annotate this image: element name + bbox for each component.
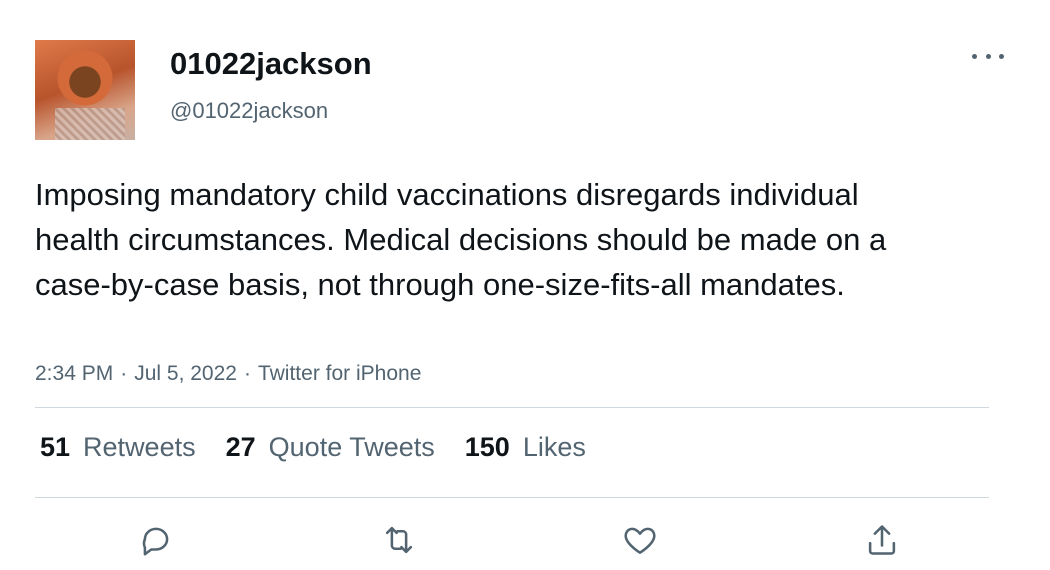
dot — [972, 53, 977, 59]
dot — [985, 53, 991, 59]
retweets-count: 51 — [40, 432, 71, 462]
divider-top — [35, 407, 989, 408]
avatar-detail — [55, 108, 125, 140]
more-dots-icon[interactable] — [972, 46, 1004, 66]
reply-icon — [142, 527, 169, 556]
tweet-time[interactable]: 2:34 PM — [35, 362, 113, 385]
avatar[interactable] — [35, 40, 135, 140]
retweet-icon — [385, 526, 413, 554]
tweet-date[interactable]: Jul 5, 2022 — [134, 362, 237, 385]
likes-count: 150 — [464, 432, 510, 462]
like-button[interactable] — [620, 520, 660, 560]
meta-separator: · — [243, 362, 251, 385]
quote-tweets-stat[interactable]: 27 Quote Tweets — [226, 432, 435, 463]
likes-label: Likes — [522, 432, 586, 462]
author-handle[interactable]: @01022jackson — [170, 98, 328, 124]
retweet-button[interactable] — [379, 520, 419, 560]
retweets-stat[interactable]: 51 Retweets — [40, 432, 196, 463]
reply-button[interactable] — [136, 520, 176, 560]
tweet-text: Imposing mandatory child vaccinations di… — [35, 177, 887, 302]
divider-bottom — [35, 497, 989, 498]
likes-stat[interactable]: 150 Likes — [465, 432, 586, 463]
quote-tweets-label: Quote Tweets — [268, 432, 435, 462]
heart-icon — [624, 527, 656, 554]
tweet-stats: 51 Retweets 27 Quote Tweets 150 Likes — [40, 432, 586, 463]
dot — [999, 53, 1004, 59]
quote-tweets-count: 27 — [225, 432, 256, 462]
retweets-label: Retweets — [83, 432, 196, 462]
tweet-meta: 2:34 PM · Jul 5, 2022 · Twitter for iPhone — [35, 362, 421, 386]
tweet-source[interactable]: Twitter for iPhone — [258, 362, 421, 385]
author-display-name[interactable]: 01022jackson — [170, 46, 372, 82]
meta-separator: · — [120, 362, 128, 385]
share-button[interactable] — [862, 520, 902, 560]
share-icon — [868, 525, 896, 555]
